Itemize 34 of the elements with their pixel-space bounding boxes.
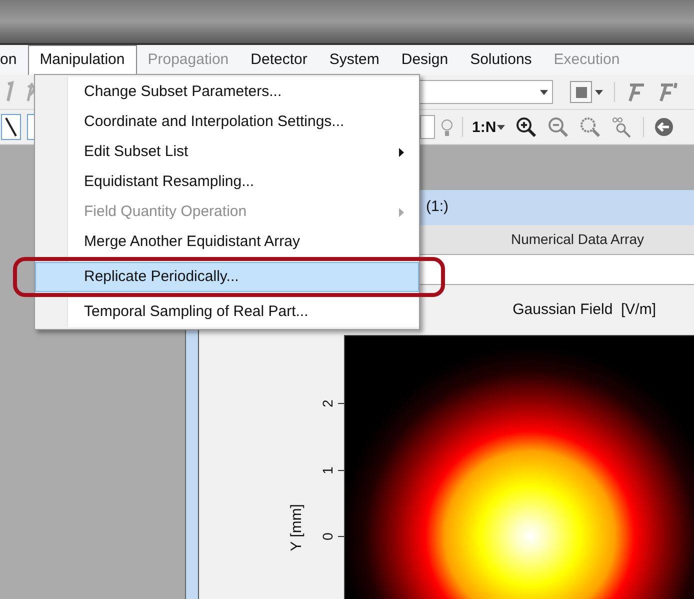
dropdown-caret-icon — [540, 90, 548, 94]
menu-option[interactable]: Replicate Periodically... — [35, 262, 419, 292]
menu-option[interactable]: Temporal Sampling of Real Part... — [35, 297, 419, 327]
combo-box[interactable] — [418, 80, 553, 104]
zoom-area-icon[interactable] — [579, 116, 602, 138]
tick-label: 1 — [318, 466, 337, 474]
menu-option[interactable]: Equidistant Resampling... — [35, 167, 419, 197]
menu-item[interactable]: on — [0, 45, 28, 75]
input-field[interactable] — [420, 115, 435, 139]
script-f-icon[interactable] — [626, 81, 646, 103]
menu-item[interactable]: Design — [390, 45, 460, 75]
menu-option[interactable]: Coordinate and Interpolation Settings... — [35, 107, 419, 137]
menu-item[interactable]: Solutions — [459, 45, 543, 75]
menu-item[interactable]: System — [318, 45, 390, 75]
window-title: (1:) — [426, 197, 448, 218]
zoom-100-icon[interactable] — [611, 116, 634, 138]
axis-label: Y [mm] — [286, 504, 306, 552]
menu-item[interactable]: Manipulation — [28, 45, 137, 75]
menu-option[interactable]: Merge Another Equidistant Array — [35, 227, 419, 257]
script-f-prime-icon[interactable] — [657, 81, 679, 103]
line-tool-button[interactable] — [1, 114, 21, 140]
dropdown-caret-icon — [595, 90, 603, 94]
tick-label: 2 — [318, 400, 337, 408]
light-bulb-icon[interactable] — [440, 118, 454, 138]
zoom-in-icon[interactable] — [515, 116, 538, 138]
tick-label: 0 — [318, 532, 337, 540]
menu-item[interactable]: Detector — [240, 45, 318, 75]
plot-title: Gaussian Field [V/m] — [512, 300, 656, 320]
menu-option[interactable]: Edit Subset List — [35, 137, 419, 167]
zoom-out-icon[interactable] — [547, 116, 570, 138]
caret-icon — [497, 124, 506, 130]
tab[interactable]: Numerical Data Array — [510, 229, 644, 250]
ratio-dropdown-button[interactable]: 1:N — [472, 120, 506, 134]
stop-square-button[interactable] — [570, 81, 592, 103]
